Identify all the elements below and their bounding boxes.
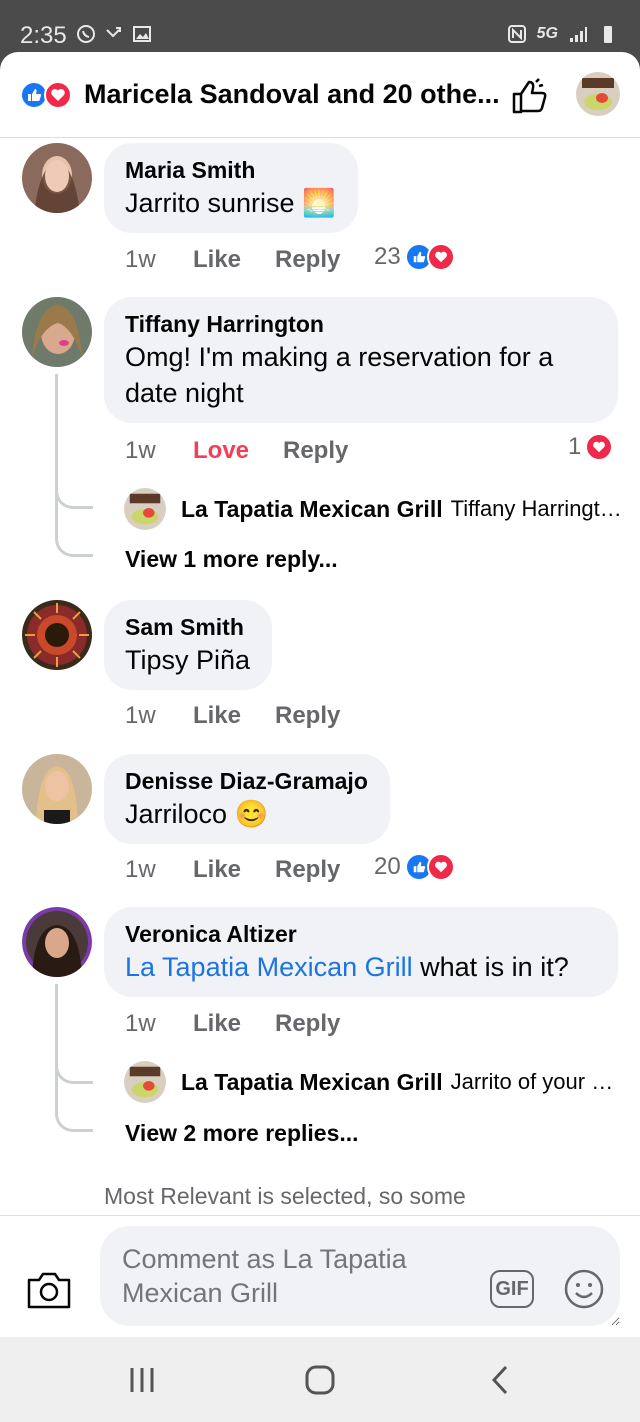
back-icon[interactable]: [480, 1365, 520, 1395]
like-button[interactable]: Like: [193, 1010, 275, 1038]
comment-actions: 1w Like Reply: [125, 246, 340, 274]
comment-time[interactable]: 1w: [125, 856, 193, 884]
recent-apps-icon[interactable]: [122, 1365, 162, 1395]
reply-snippet: Jarrito of your choice: [450, 1069, 624, 1094]
comment-composer: GIF: [0, 1215, 640, 1337]
whatsapp-icon: [77, 25, 95, 43]
comment-time[interactable]: 1w: [125, 246, 193, 274]
page-avatar: [124, 1061, 166, 1103]
avatar[interactable]: [22, 297, 92, 367]
reply-button[interactable]: Reply: [283, 437, 348, 465]
reply-author: La Tapatia Mexican Grill: [181, 495, 443, 522]
comment-text: Jarrito sunrise 🌅: [125, 188, 336, 218]
comment-time[interactable]: 1w: [125, 702, 193, 730]
comment-input[interactable]: [100, 1226, 620, 1326]
reaction-count-number: 23: [374, 243, 401, 270]
reactions-header[interactable]: Maricela Sandoval and 20 othe...: [0, 52, 640, 138]
relevance-notice: Most Relevant is selected, so some: [104, 1183, 466, 1209]
battery-icon: [604, 26, 612, 43]
reaction-count-number: 20: [374, 853, 401, 880]
comment-author[interactable]: Maria Smith: [125, 155, 336, 185]
reply-button[interactable]: Reply: [275, 246, 340, 274]
reaction-count-number: 1: [568, 433, 582, 460]
comment-bubble[interactable]: Tiffany Harrington Omg! I'm making a res…: [104, 297, 618, 423]
reply-button[interactable]: Reply: [275, 702, 340, 730]
love-reaction-icon: [585, 433, 614, 461]
mention-link[interactable]: La Tapatia Mexican Grill: [125, 952, 413, 982]
system-nav-bar: [0, 1337, 640, 1422]
avatar[interactable]: [22, 143, 92, 213]
love-reaction-icon: [426, 243, 455, 271]
page-avatar[interactable]: [576, 72, 620, 116]
emoji-icon[interactable]: [563, 1268, 605, 1310]
comment-bubble[interactable]: Veronica Altizer La Tapatia Mexican Gril…: [104, 907, 618, 997]
gallery-icon: [133, 26, 151, 42]
comment-bubble[interactable]: Sam Smith Tipsy Piña: [104, 600, 273, 690]
reply-snippet: Tiffany Harrington: [450, 496, 624, 521]
status-icons-left: [76, 24, 152, 44]
gif-button[interactable]: GIF: [490, 1270, 534, 1308]
thread-line: [55, 984, 93, 1132]
page-avatar: [124, 488, 166, 530]
like-button[interactable]: Like: [193, 856, 275, 884]
avatar[interactable]: [22, 907, 92, 977]
comment-actions: 1w Love Reply: [125, 437, 348, 465]
thumbs-up-outline-icon[interactable]: [510, 76, 550, 116]
comment-author[interactable]: Sam Smith: [125, 612, 250, 642]
comment-time[interactable]: 1w: [125, 437, 193, 465]
camera-icon[interactable]: [26, 1270, 72, 1310]
reaction-count[interactable]: 23: [374, 243, 455, 271]
comment-time[interactable]: 1w: [125, 1010, 193, 1038]
view-more-replies[interactable]: View 1 more reply...: [125, 546, 338, 573]
view-more-replies[interactable]: View 2 more replies...: [125, 1120, 359, 1147]
comment-bubble[interactable]: Denisse Diaz-Gramajo Jarriloco 😊: [104, 754, 390, 844]
comment-bubble[interactable]: Maria Smith Jarrito sunrise 🌅: [104, 143, 358, 233]
avatar[interactable]: [22, 754, 92, 824]
comment-author[interactable]: Denisse Diaz-Gramajo: [125, 766, 368, 796]
comment-author[interactable]: Tiffany Harrington: [125, 309, 596, 339]
comment-text: La Tapatia Mexican Grill what is in it?: [125, 952, 569, 982]
nfc-icon: [507, 25, 526, 43]
reply-button[interactable]: Reply: [275, 856, 340, 884]
comment-text: Tipsy Piña: [125, 645, 251, 675]
missed-call-icon: [106, 27, 121, 38]
comment-text: Omg! I'm making a reservation for a date…: [125, 342, 554, 408]
reply-preview[interactable]: La Tapatia Mexican Grill Tiffany Harring…: [124, 488, 624, 530]
avatar[interactable]: [22, 600, 92, 670]
like-button[interactable]: Like: [193, 246, 275, 274]
comment-actions: 1w Like Reply: [125, 702, 340, 730]
home-icon[interactable]: [300, 1365, 340, 1395]
reaction-count[interactable]: 1: [568, 433, 614, 461]
comment-author[interactable]: Veronica Altizer: [125, 919, 596, 949]
status-icons-right: 5G: [507, 24, 618, 44]
comment-actions: 1w Like Reply: [125, 856, 340, 884]
comment-actions: 1w Like Reply: [125, 1010, 340, 1038]
love-button[interactable]: Love: [193, 437, 283, 465]
like-button[interactable]: Like: [193, 702, 275, 730]
reply-button[interactable]: Reply: [275, 1010, 340, 1038]
status-time: 2:35: [20, 22, 67, 49]
reaction-count[interactable]: 20: [374, 853, 455, 881]
reply-preview[interactable]: La Tapatia Mexican Grill Jarrito of your…: [124, 1061, 624, 1103]
comments-sheet: Maricela Sandoval and 20 othe... Maria S…: [0, 52, 640, 1337]
reply-author: La Tapatia Mexican Grill: [181, 1068, 443, 1095]
network-type: 5G: [536, 25, 558, 42]
signal-icon: [570, 27, 587, 42]
thread-line: [55, 374, 93, 557]
love-reaction-icon: [44, 81, 72, 109]
comment-text: Jarriloco 😊: [125, 799, 269, 829]
reaction-icons: [20, 81, 78, 109]
reactors-summary[interactable]: Maricela Sandoval and 20 othe...: [84, 79, 502, 110]
love-reaction-icon: [426, 853, 455, 881]
